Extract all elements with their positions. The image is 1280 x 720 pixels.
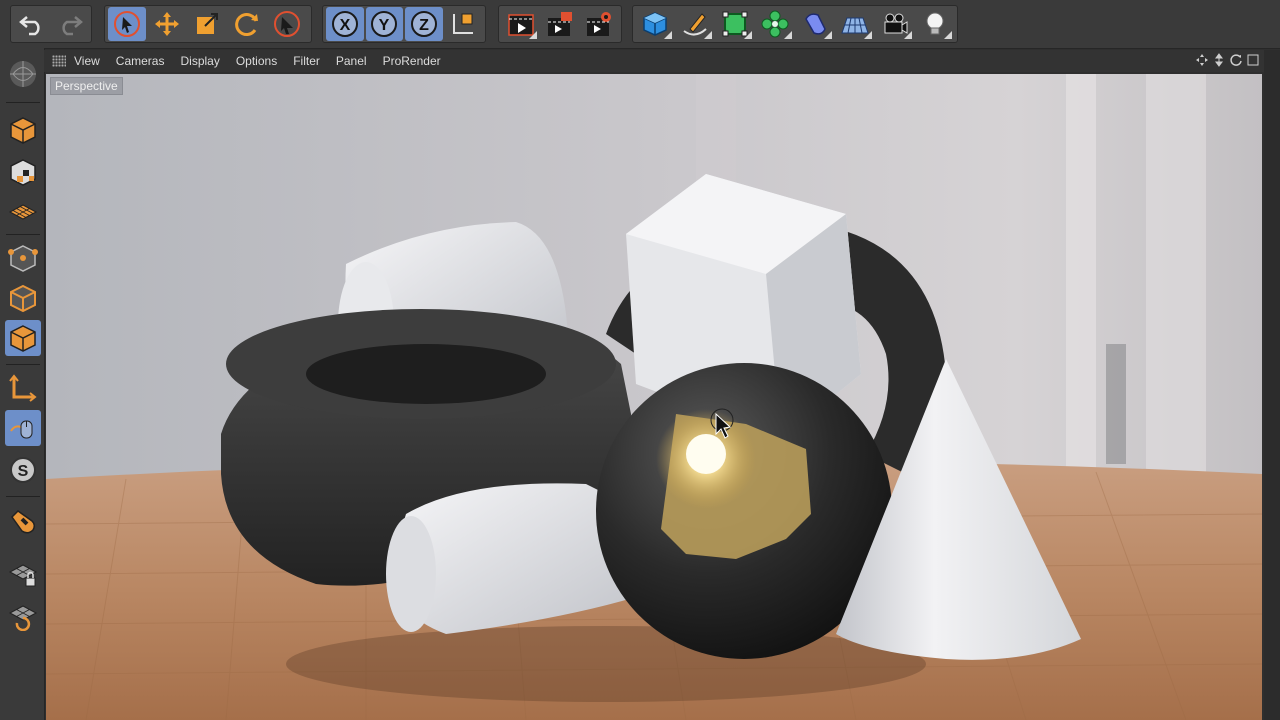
- menu-cameras[interactable]: Cameras: [116, 54, 165, 68]
- workplane-lock-icon: [8, 564, 38, 587]
- model-mode-button[interactable]: [5, 112, 41, 148]
- tweak-mode-icon: [10, 420, 33, 439]
- cloner-button[interactable]: [756, 7, 794, 41]
- svg-text:Y: Y: [379, 17, 390, 34]
- coordinate-system-button[interactable]: [445, 7, 483, 41]
- menu-display[interactable]: Display: [180, 54, 219, 68]
- tweak-mode-button[interactable]: [5, 410, 41, 446]
- undo-button[interactable]: [14, 7, 50, 41]
- polygons-mode-icon: [10, 325, 36, 352]
- scale-button[interactable]: [188, 7, 226, 41]
- solo-button[interactable]: S: [5, 452, 41, 488]
- deformer-button[interactable]: [796, 7, 834, 41]
- polygons-mode-button[interactable]: [5, 320, 41, 356]
- axis-mode-button[interactable]: [5, 370, 41, 406]
- x-axis-lock-icon: X: [331, 11, 358, 37]
- y-axis-button[interactable]: Y: [365, 7, 403, 41]
- menu-panel[interactable]: Panel: [336, 54, 367, 68]
- z-axis-lock-icon: Z: [410, 11, 437, 37]
- points-mode-icon: [8, 245, 38, 272]
- workplane-button[interactable]: [5, 194, 41, 230]
- axis-mode-icon: [9, 374, 37, 402]
- live-selection-button[interactable]: [108, 7, 146, 41]
- redo-icon: [62, 16, 83, 36]
- workplane-rotate-button[interactable]: [5, 598, 41, 634]
- snap-icon: [11, 510, 36, 534]
- menu-filter[interactable]: Filter: [293, 54, 320, 68]
- move-button[interactable]: [148, 7, 186, 41]
- workplane-lock-button[interactable]: [5, 556, 41, 592]
- camera-button[interactable]: [876, 7, 914, 41]
- render-settings-button[interactable]: [581, 7, 618, 41]
- pen-button[interactable]: [676, 7, 714, 41]
- texture-mode-icon: [10, 117, 36, 144]
- svg-text:S: S: [18, 463, 29, 480]
- texture-mode-button[interactable]: [5, 154, 41, 190]
- drag-grip-icon[interactable]: [52, 55, 66, 67]
- move-icon: [155, 12, 179, 36]
- subdivision-button[interactable]: [716, 7, 754, 41]
- right-panel-edge: [1264, 50, 1280, 720]
- workplane-rotate-icon: [8, 605, 38, 631]
- coordinate-system-icon: [453, 13, 474, 34]
- texture-mode-icon: [10, 159, 36, 186]
- redo-button[interactable]: [52, 7, 88, 41]
- workplane-icon: [8, 204, 38, 220]
- tools-group: [104, 5, 312, 43]
- maximize-view-icon[interactable]: [1246, 53, 1260, 67]
- svg-text:Z: Z: [419, 17, 429, 34]
- viewport-label: Perspective: [50, 77, 123, 95]
- rotate-view-icon[interactable]: [1229, 53, 1243, 67]
- zoom-view-icon[interactable]: [1212, 53, 1226, 67]
- scale-icon: [197, 13, 218, 34]
- solo-icon: S: [10, 457, 36, 483]
- create-group: [632, 5, 958, 43]
- snap-button[interactable]: [5, 504, 41, 540]
- z-axis-button[interactable]: Z: [405, 7, 443, 41]
- render-picture-viewer-button[interactable]: [541, 7, 578, 41]
- edges-mode-icon: [10, 284, 36, 313]
- axis-group: X Y Z: [322, 5, 486, 43]
- rotate-icon: [235, 13, 258, 37]
- light-button[interactable]: [916, 7, 954, 41]
- live-selection-icon: [114, 11, 140, 37]
- render-group: [498, 5, 622, 43]
- render-settings-icon: [587, 12, 612, 36]
- x-axis-button[interactable]: X: [326, 7, 364, 41]
- render-to-picture-viewer-icon: [547, 12, 572, 36]
- undo-icon: [19, 16, 40, 36]
- svg-text:X: X: [339, 17, 350, 34]
- pan-view-icon[interactable]: [1195, 53, 1209, 67]
- perspective-viewport[interactable]: Perspective: [46, 74, 1262, 720]
- selection-tool-icon: [274, 11, 300, 37]
- viewport-menu-bar: View Cameras Display Options Filter Pane…: [44, 50, 1264, 72]
- viewport-nav-controls: [1195, 53, 1260, 67]
- rotate-button[interactable]: [228, 7, 266, 41]
- menu-prorender[interactable]: ProRender: [383, 54, 441, 68]
- make-editable-button[interactable]: [5, 56, 41, 92]
- menu-view[interactable]: View: [74, 54, 100, 68]
- make-editable-icon: [10, 61, 36, 87]
- left-toolbar: S: [0, 48, 45, 720]
- main-toolbar: X Y Z: [0, 0, 1280, 49]
- y-axis-lock-icon: Y: [371, 11, 398, 37]
- edges-mode-button[interactable]: [5, 280, 41, 316]
- scene-render: [46, 74, 1262, 720]
- undo-redo-group: [10, 5, 92, 43]
- floor-button[interactable]: [836, 7, 874, 41]
- render-view-button[interactable]: [502, 7, 539, 41]
- points-mode-button[interactable]: [5, 240, 41, 276]
- menu-options[interactable]: Options: [236, 54, 277, 68]
- selection-tool-button[interactable]: [268, 7, 306, 41]
- cube-button[interactable]: [636, 7, 674, 41]
